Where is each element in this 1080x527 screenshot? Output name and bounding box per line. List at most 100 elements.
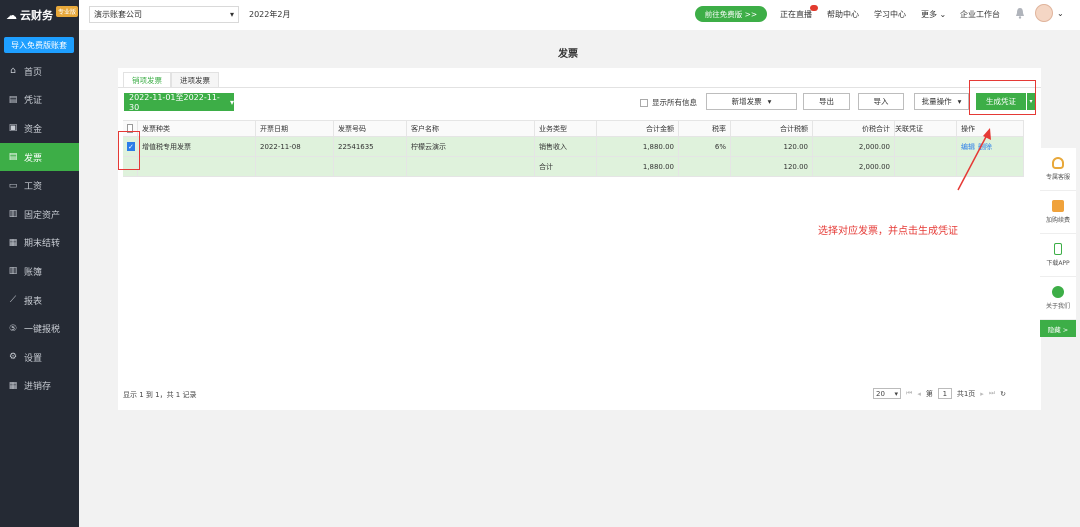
col-invoice-type[interactable]: 发票种类 <box>138 121 256 136</box>
import-free-account-button[interactable]: 导入免费版账套 <box>4 37 74 53</box>
show-all-label: 显示所有信息 <box>652 98 697 107</box>
summary-blank <box>407 157 535 176</box>
summary-row: 合计 1,880.00 120.00 2,000.00 <box>123 157 1024 177</box>
summary-blank <box>256 157 334 176</box>
cell-tax: 120.00 <box>731 137 813 156</box>
wechat-icon <box>1052 286 1064 298</box>
about-us-button[interactable]: 关于我们 <box>1040 277 1076 320</box>
first-page-icon[interactable]: ⏮ <box>906 389 912 398</box>
cell-invoice-date: 2022-11-08 <box>256 137 334 156</box>
page-number-input[interactable]: 1 <box>937 388 952 399</box>
sidebar-item-2[interactable]: ▣ 资金 <box>0 114 79 143</box>
avatar-chevron-icon[interactable]: ⌄ <box>1057 9 1064 18</box>
bell-icon[interactable] <box>1015 7 1025 19</box>
show-all-info-toggle[interactable]: 显示所有信息 <box>640 97 697 108</box>
enterprise-workbench-link[interactable]: 企业工作台 <box>960 9 1000 20</box>
sidebar-item-9[interactable]: ⑤ 一键报税 <box>0 314 79 343</box>
logo-cloud-icon: ☁ <box>6 8 17 22</box>
invoice-table: 发票种类 开票日期 发票号码 客户名称 业务类型 合计金额 税率 合计税额 价税… <box>123 120 1024 177</box>
cell-invoice-number: 22541635 <box>334 137 407 156</box>
sidebar-item-7[interactable]: ▥ 账簿 <box>0 257 79 286</box>
col-amount[interactable]: 合计金额 <box>597 121 679 136</box>
sidebar-item-label: 发票 <box>24 153 43 164</box>
company-name: 演示账套公司 <box>94 10 142 19</box>
hide-bar-button[interactable]: 隐藏 > <box>1040 320 1076 337</box>
sidebar-item-10[interactable]: ⚙ 设置 <box>0 343 79 372</box>
col-total[interactable]: 价税合计 <box>813 121 895 136</box>
col-tax[interactable]: 合计税额 <box>731 121 813 136</box>
summary-label: 合计 <box>535 157 597 176</box>
sidebar-item-0[interactable]: ⌂ 首页 <box>0 57 79 86</box>
tab-sales-invoice[interactable]: 销项发票 <box>123 72 171 87</box>
chevron-down-icon: ▾ <box>229 10 234 19</box>
current-period: 2022年2月 <box>249 10 291 19</box>
tab-purchase-invoice[interactable]: 进项发票 <box>171 72 219 87</box>
sidebar-item-label: 一键报税 <box>24 325 61 336</box>
sidebar-item-11[interactable]: ▦ 进销存 <box>0 372 79 401</box>
live-link[interactable]: 正在直播 <box>780 9 812 20</box>
col-business-type[interactable]: 业务类型 <box>535 121 597 136</box>
help-center-link[interactable]: 帮助中心 <box>827 9 859 20</box>
download-app-button[interactable]: 下载APP <box>1040 234 1076 277</box>
caret-down-icon: ▾ <box>767 97 772 106</box>
cell-invoice-type: 增值税专用发票 <box>138 137 256 156</box>
col-tax-rate[interactable]: 税率 <box>679 121 731 136</box>
table-row[interactable]: ✓ 增值税专用发票 2022-11-08 22541635 柠檬云演示 销售收入… <box>123 137 1024 157</box>
refresh-icon[interactable]: ↻ <box>1000 390 1006 398</box>
sidebar-item-3[interactable]: ▤ 发票 <box>0 142 79 172</box>
edition-badge: 专业版 <box>56 5 79 17</box>
page-label: 第 <box>925 389 933 398</box>
show-all-checkbox[interactable] <box>640 98 648 107</box>
sidebar-item-label: 报表 <box>24 296 43 307</box>
page-size-select[interactable]: 20 ▾ <box>873 388 901 399</box>
sidebar-item-label: 工资 <box>24 182 43 193</box>
col-customer[interactable]: 客户名称 <box>407 121 535 136</box>
logo[interactable]: ☁ 云财务 专业版 <box>0 0 79 30</box>
learning-center-link[interactable]: 学习中心 <box>874 9 906 20</box>
ledger-icon: ▥ <box>8 266 18 277</box>
cell-total: 2,000.00 <box>813 137 895 156</box>
col-linked-voucher[interactable]: 关联凭证 <box>895 121 957 136</box>
invoice-panel: 销项发票 进项发票 2022-11-01至2022-11-30 ▾ 显示所有信息… <box>118 68 1041 410</box>
col-invoice-date[interactable]: 开票日期 <box>256 121 334 136</box>
annotation-text: 选择对应发票，并点击生成凭证 <box>818 226 958 237</box>
page-title: 发票 <box>558 49 578 60</box>
user-avatar[interactable] <box>1035 4 1053 22</box>
sidebar-item-5[interactable]: ▥ 固定资产 <box>0 200 79 229</box>
add-invoice-button[interactable]: 新增发票 ▾ <box>706 93 797 110</box>
renewal-button[interactable]: 加购续费 <box>1040 191 1076 234</box>
sidebar-item-4[interactable]: ▭ 工资 <box>0 171 79 200</box>
caret-down-icon: ▾ <box>229 97 234 107</box>
summary-blank <box>895 157 957 176</box>
export-button[interactable]: 导出 <box>803 93 850 110</box>
cell-customer: 柠檬云演示 <box>407 137 535 156</box>
settings-icon: ⚙ <box>8 352 18 363</box>
prev-page-icon[interactable]: ◂ <box>917 390 921 398</box>
free-version-button[interactable]: 前往免费版 >> <box>695 6 767 22</box>
sidebar-item-label: 首页 <box>24 67 43 78</box>
logo-text: 云财务 <box>20 9 53 22</box>
add-invoice-label: 新增发票 <box>731 97 762 106</box>
more-menu[interactable]: 更多 ⌄ <box>921 9 946 20</box>
page-size-value: 20 <box>876 389 885 398</box>
sidebar-item-6[interactable]: ▦ 期末结转 <box>0 229 79 258</box>
sidebar-item-8[interactable]: ⟋ 报表 <box>0 286 79 315</box>
voucher-icon: ▤ <box>8 94 18 105</box>
next-page-icon[interactable]: ▸ <box>980 390 984 398</box>
sidebar: ☁ 云财务 专业版 导入免费版账套 ⌂ 首页 ▤ 凭证 ▣ 资金 ▤ 发票 ▭ 工资 ▥ 固定资产 ▦ 期… <box>0 0 79 527</box>
inventory-icon: ▦ <box>8 380 18 391</box>
highlight-generate-box <box>969 80 1036 115</box>
sidebar-item-label: 资金 <box>24 124 43 135</box>
summary-amount: 1,880.00 <box>597 157 679 176</box>
customer-service-button[interactable]: 专属客服 <box>1040 148 1076 191</box>
sidebar-item-1[interactable]: ▤ 凭证 <box>0 86 79 115</box>
batch-operation-button[interactable]: 批量操作 ▾ <box>914 93 969 110</box>
col-invoice-number[interactable]: 发票号码 <box>334 121 407 136</box>
last-page-icon[interactable]: ⏭ <box>989 389 995 398</box>
date-range-select[interactable]: 2022-11-01至2022-11-30 ▾ <box>124 93 234 112</box>
tab-divider <box>118 87 1041 88</box>
import-button[interactable]: 导入 <box>858 93 904 110</box>
customer-service-label: 专属客服 <box>1045 174 1070 181</box>
company-select[interactable]: 演示账套公司 ▾ <box>89 6 239 23</box>
invoice-icon: ▤ <box>8 152 18 163</box>
